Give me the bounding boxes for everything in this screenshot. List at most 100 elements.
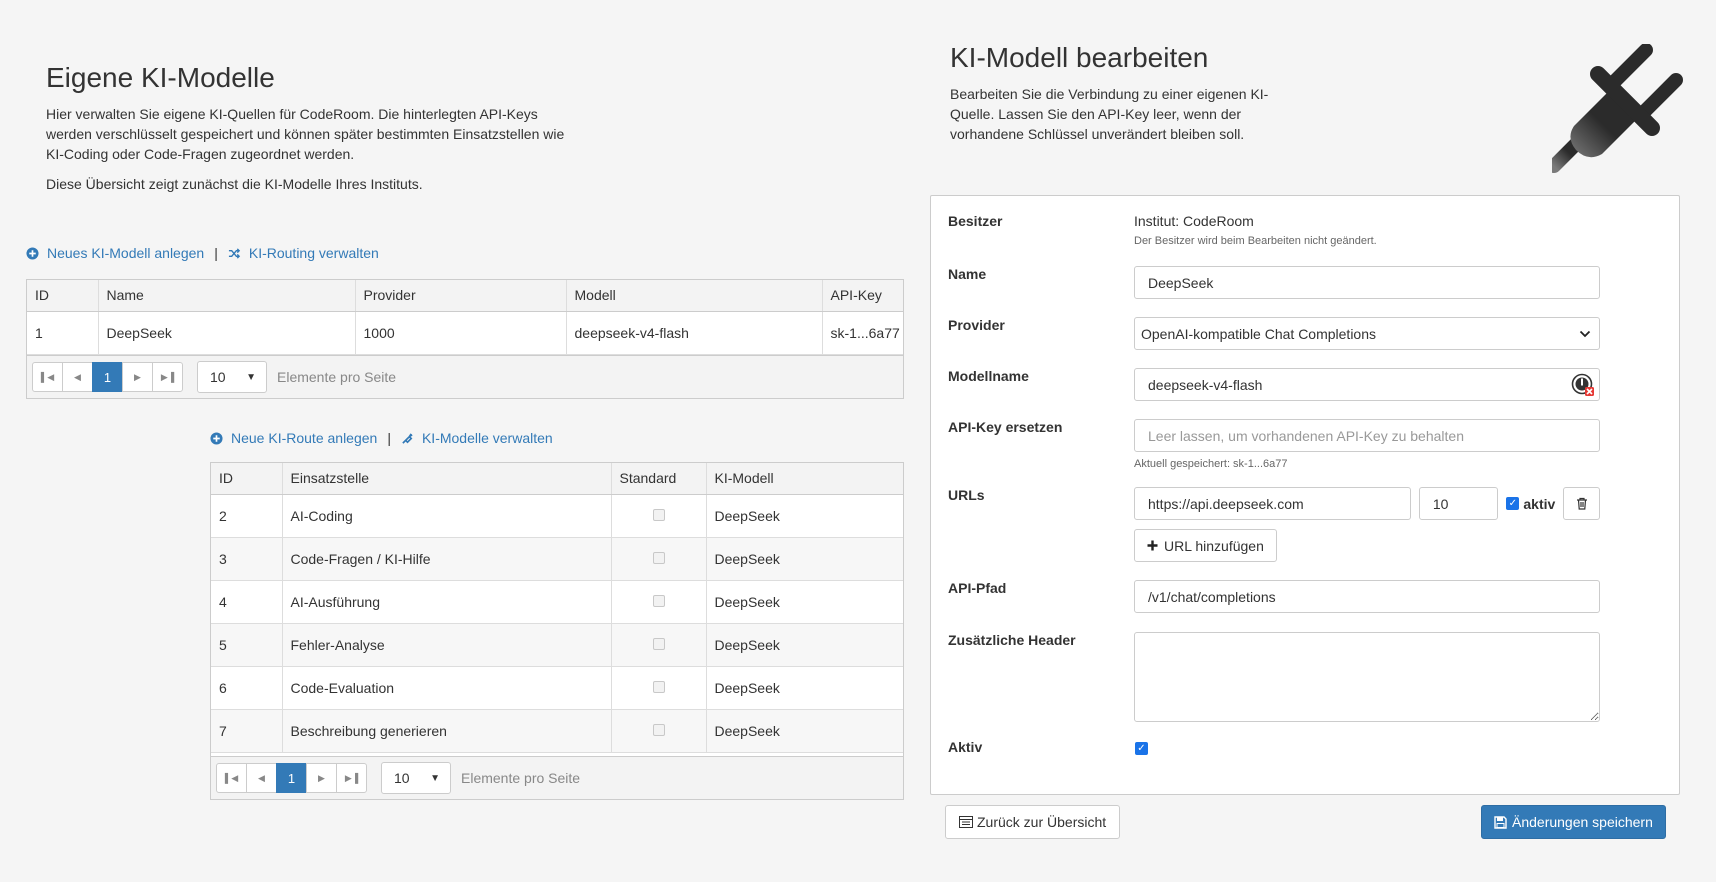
col-header-apikey[interactable]: API-Key (822, 280, 903, 312)
table-row[interactable]: 1 DeepSeek 1000 deepseek-v4-flash sk-1..… (27, 311, 903, 355)
col-header-model[interactable]: Modell (566, 280, 823, 312)
table-row[interactable]: 6 Code-Evaluation DeepSeek (211, 666, 903, 710)
current-page-button[interactable]: 1 (92, 362, 123, 392)
default-checkbox (652, 637, 665, 650)
col-header-provider[interactable]: Provider (355, 280, 567, 312)
next-page-icon[interactable]: ▶ (306, 763, 337, 793)
modelname-label: Modellname (948, 368, 1029, 384)
caret-down-icon: ▼ (246, 371, 256, 383)
models-header-row: ID Name Provider Modell API-Key (27, 280, 903, 312)
first-page-icon[interactable]: ▌◀ (216, 763, 247, 793)
active-checkbox[interactable]: ✓ (1135, 742, 1148, 755)
col-header-place[interactable]: Einsatzstelle (282, 463, 612, 495)
cell-default (611, 666, 707, 710)
url-weight-input[interactable]: 10 (1418, 487, 1499, 520)
cell-id: 3 (211, 537, 283, 581)
cell-model: DeepSeek (706, 537, 903, 581)
default-checkbox (652, 551, 665, 564)
page-description: Hier verwalten Sie eigene KI-Quellen für… (46, 104, 586, 204)
edit-description: Bearbeiten Sie die Verbindung zu einer e… (950, 86, 1269, 142)
cell-place: Code-Evaluation (282, 666, 612, 710)
plus-circle-icon (210, 431, 223, 445)
plus-circle-icon (26, 246, 39, 260)
cell-id: 4 (211, 580, 283, 624)
prev-page-icon[interactable]: ◀ (246, 763, 277, 793)
link-separator: | (387, 430, 391, 446)
next-page-icon[interactable]: ▶ (122, 362, 153, 392)
plug-icon (402, 432, 413, 444)
url-input[interactable]: https://api.deepseek.com (1134, 487, 1411, 520)
modelname-input[interactable]: deepseek-v4-flash (1134, 368, 1600, 401)
table-row[interactable]: 2 AI-Coding DeepSeek (211, 494, 903, 538)
routes-pager: ▌◀ ◀ 1 ▶ ▶▐ 10 ▼ Elemente pro Seite (211, 756, 903, 799)
apikey-input[interactable]: Leer lassen, um vorhandenen API-Key zu b… (1134, 419, 1600, 452)
routing-link[interactable]: KI-Routing verwalten (249, 245, 379, 261)
cell-id: 1 (27, 311, 99, 355)
name-input[interactable]: DeepSeek (1134, 266, 1600, 299)
last-page-icon[interactable]: ▶▐ (152, 362, 183, 392)
name-label: Name (948, 266, 987, 282)
plug-icon (1552, 44, 1683, 173)
models-table: ID Name Provider Modell API-Key 1 DeepSe… (27, 280, 903, 355)
cell-model: DeepSeek (706, 666, 903, 710)
new-model-link[interactable]: Neues KI-Modell anlegen (47, 245, 204, 261)
apikey-label: API-Key ersetzen (948, 419, 1063, 435)
current-page-button[interactable]: 1 (276, 763, 307, 793)
table-row[interactable]: 5 Fehler-Analyse DeepSeek (211, 623, 903, 667)
table-row[interactable]: 7 Beschreibung generieren DeepSeek (211, 709, 903, 753)
url-active-toggle[interactable]: ✓ aktiv (1506, 496, 1555, 512)
back-button[interactable]: Zurück zur Übersicht (945, 805, 1121, 839)
table-row[interactable]: 4 AI-Ausführung DeepSeek (211, 580, 903, 624)
save-button[interactable]: Änderungen speichern (1481, 805, 1666, 839)
url-row: https://api.deepseek.com 10 ✓ aktiv (1134, 487, 1600, 520)
models-pager: ▌◀ ◀ 1 ▶ ▶▐ 10 ▼ Elemente pro Seite (27, 355, 903, 398)
page-size-label: Elemente pro Seite (277, 369, 397, 385)
provider-select[interactable]: OpenAI-kompatible Chat Completions (1134, 317, 1600, 350)
cell-model: DeepSeek (706, 580, 903, 624)
page-size-select[interactable]: 10 ▼ (381, 762, 451, 794)
floppy-disk-icon (1494, 815, 1507, 829)
col-header-id[interactable]: ID (27, 280, 99, 312)
delete-url-button[interactable] (1563, 487, 1600, 520)
cell-model: deepseek-v4-flash (566, 311, 823, 355)
link-separator: | (214, 245, 218, 261)
page-size-select[interactable]: 10 ▼ (197, 361, 267, 393)
url-active-checkbox[interactable]: ✓ (1506, 497, 1520, 510)
cell-model: DeepSeek (706, 623, 903, 667)
col-header-name[interactable]: Name (98, 280, 356, 312)
plus-icon (1147, 540, 1158, 551)
headers-textarea[interactable] (1134, 632, 1600, 722)
col-header-default[interactable]: Standard (611, 463, 707, 495)
owner-field: Institut: CodeRoom Der Besitzer wird bei… (1134, 213, 1604, 247)
first-page-icon[interactable]: ▌◀ (32, 362, 63, 392)
owner-value: Institut: CodeRoom (1134, 213, 1254, 229)
description-paragraph: Hier verwalten Sie eigene KI-Quellen für… (46, 106, 565, 162)
add-url-label: URL hinzufügen (1164, 537, 1264, 554)
cell-default (611, 623, 707, 667)
headers-label: Zusätzliche Header (948, 632, 1076, 648)
prev-page-icon[interactable]: ◀ (62, 362, 93, 392)
last-page-icon[interactable]: ▶▐ (336, 763, 367, 793)
chevron-down-icon (1579, 330, 1591, 337)
new-route-link[interactable]: Neue KI-Route anlegen (231, 430, 377, 446)
col-header-model[interactable]: KI-Modell (706, 463, 903, 495)
manage-models-link[interactable]: KI-Modelle verwalten (422, 430, 553, 446)
route-actions-bar: Neue KI-Route anlegen | KI-Modelle verwa… (210, 430, 553, 446)
cell-place: AI-Ausführung (282, 580, 612, 624)
password-manager-icon[interactable] (1571, 373, 1595, 397)
table-row[interactable]: 3 Code-Fragen / KI-Hilfe DeepSeek (211, 537, 903, 581)
page-title: Eigene KI-Modelle (46, 62, 275, 93)
apipath-label: API-Pfad (948, 580, 1007, 596)
cell-default (611, 537, 707, 581)
col-header-id[interactable]: ID (211, 463, 283, 495)
url-active-label: aktiv (1523, 495, 1556, 512)
cell-place: Fehler-Analyse (282, 623, 612, 667)
cell-provider: 1000 (355, 311, 567, 355)
active-label: Aktiv (948, 739, 983, 755)
description-paragraph-scope: Diese Übersicht zeigt zunächst die KI-Mo… (46, 176, 423, 192)
apipath-input[interactable]: /v1/chat/completions (1134, 580, 1600, 613)
cell-id: 2 (211, 494, 283, 538)
cell-default (611, 709, 707, 753)
add-url-button[interactable]: URL hinzufügen (1134, 529, 1277, 562)
cell-model: DeepSeek (706, 494, 903, 538)
